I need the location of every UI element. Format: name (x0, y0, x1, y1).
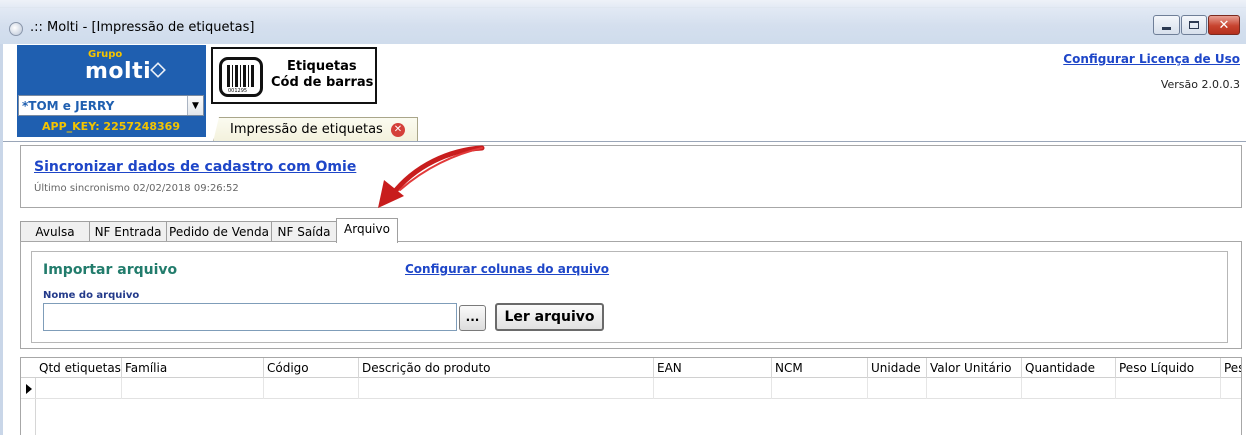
company-select[interactable]: *TOM e JERRY ▼ (18, 95, 204, 116)
close-tab-icon[interactable]: ✕ (391, 123, 405, 137)
header-divider (3, 141, 1246, 142)
column-header[interactable]: Qtd etiquetas (36, 358, 122, 378)
read-file-button[interactable]: Ler arquivo (495, 303, 604, 331)
column-header[interactable]: Quantidade (1022, 358, 1116, 378)
table-cell[interactable] (122, 378, 264, 399)
column-header[interactable]: Família (122, 358, 264, 378)
molti-logo: Grupo molti (85, 49, 170, 89)
sync-panel: Sincronizar dados de cadastro com Omie Ú… (20, 145, 1242, 208)
table-cell[interactable] (772, 378, 868, 399)
barcode-digits: 001295 (228, 88, 248, 94)
window-title: .:: Molti - [Impressão de etiquetas] (30, 20, 255, 35)
column-header[interactable]: Peso Líquido (1116, 358, 1221, 378)
logo-molti-text: molti (85, 59, 152, 84)
tab-pedido-de-venda[interactable]: Pedido de Venda (166, 221, 272, 242)
filename-label: Nome do arquivo (43, 290, 140, 301)
tab-strip: Avulsa NF Entrada Pedido de Venda NF Saí… (20, 218, 1242, 243)
column-header[interactable]: EAN (654, 358, 772, 378)
column-header[interactable]: NCM (772, 358, 868, 378)
version-label: Versão 2.0.0.3 (1160, 78, 1240, 91)
doc-tab-label: Impressão de etiquetas (230, 122, 383, 137)
table-cell[interactable] (264, 378, 359, 399)
column-header[interactable]: Descrição do produto (359, 358, 654, 378)
tab-arquivo[interactable]: Arquivo (336, 218, 398, 243)
tab-avulsa[interactable]: Avulsa (20, 221, 90, 242)
barcode-icon: 001295 (219, 57, 263, 97)
configure-columns-link[interactable]: Configurar colunas do arquivo (405, 262, 609, 276)
row-pointer-icon (26, 384, 32, 394)
sync-omie-link[interactable]: Sincronizar dados de cadastro com Omie (34, 159, 356, 175)
table-cell[interactable] (927, 378, 1022, 399)
column-header[interactable]: Unidade (868, 358, 927, 378)
filename-input[interactable] (43, 303, 457, 331)
title-bar: .:: Molti - [Impressão de etiquetas] ✕ (0, 0, 1246, 44)
tab-nf-saida[interactable]: NF Saída (271, 221, 337, 242)
background-window-strip (0, 0, 1246, 8)
browse-button[interactable]: ... (459, 305, 486, 331)
import-title: Importar arquivo (43, 262, 178, 278)
company-selected-value: *TOM e JERRY (22, 99, 115, 113)
close-icon: ✕ (1218, 17, 1230, 33)
table-cell[interactable] (1022, 378, 1116, 399)
tab-panel-arquivo: Importar arquivo Configurar colunas do a… (20, 241, 1242, 349)
cube-icon (150, 62, 166, 78)
column-header[interactable]: Pes (1221, 358, 1241, 378)
grid-header: Qtd etiquetas Família Código Descrição d… (21, 358, 1241, 378)
barcode-labels-button[interactable]: 001295 Etiquetas Cód de barras (211, 47, 377, 104)
column-header[interactable]: Valor Unitário (927, 358, 1022, 378)
table-cell[interactable] (36, 378, 122, 399)
column-header[interactable]: Código (264, 358, 359, 378)
barcode-button-line1: Etiquetas (287, 59, 357, 74)
table-cell[interactable] (359, 378, 654, 399)
app-icon (9, 22, 23, 36)
products-grid[interactable]: Qtd etiquetas Família Código Descrição d… (20, 357, 1242, 435)
red-arrow-icon (378, 145, 485, 208)
table-row[interactable] (21, 378, 1241, 399)
last-sync-label: Último sincronismo 02/02/2018 09:26:52 (34, 183, 239, 194)
license-config-link[interactable]: Configurar Licença de Uso (1063, 52, 1240, 66)
chevron-down-icon[interactable]: ▼ (187, 96, 203, 115)
barcode-button-line2: Cód de barras (271, 75, 374, 90)
barcode-bars (227, 65, 255, 87)
maximize-button[interactable] (1181, 15, 1207, 35)
tab-nf-entrada[interactable]: NF Entrada (89, 221, 167, 242)
import-box: Importar arquivo Configurar colunas do a… (31, 251, 1228, 343)
minimize-icon (1162, 27, 1171, 30)
maximize-icon (1189, 21, 1199, 29)
table-cell[interactable] (1221, 378, 1241, 399)
app-key-label: APP_KEY: 2257248369 (18, 118, 204, 135)
table-cell[interactable] (654, 378, 772, 399)
minimize-button[interactable] (1153, 15, 1180, 35)
tab-impressao-de-etiquetas[interactable]: Impressão de etiquetas ✕ (213, 117, 418, 142)
table-cell[interactable] (1116, 378, 1221, 399)
close-button[interactable]: ✕ (1208, 15, 1240, 35)
table-cell[interactable] (868, 378, 927, 399)
